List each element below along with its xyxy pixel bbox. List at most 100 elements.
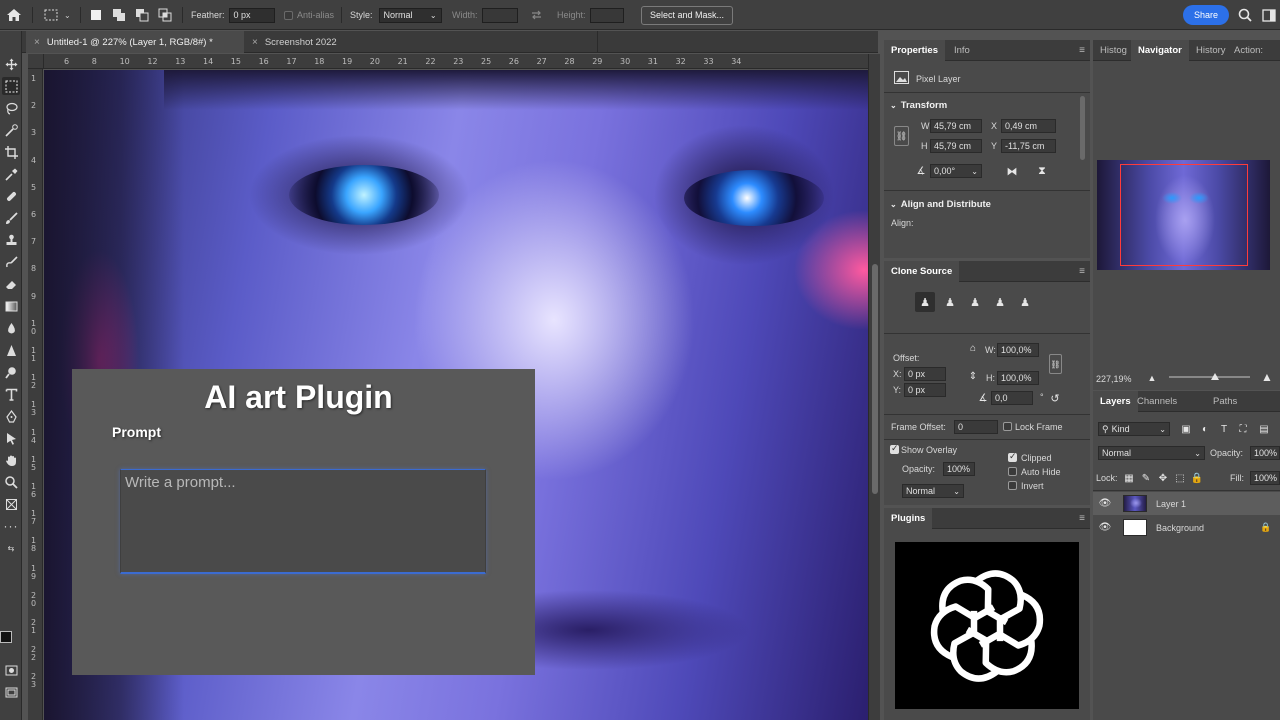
clone-source-3-icon[interactable]: ♟ bbox=[968, 295, 982, 309]
filter-shape-icon[interactable]: ⛶ bbox=[1236, 422, 1250, 436]
clone-width-field[interactable]: 100,0% bbox=[997, 343, 1039, 357]
lasso-tool[interactable] bbox=[2, 99, 20, 117]
clone-angle-field[interactable]: 0,0 bbox=[991, 391, 1033, 405]
sharpen-tool[interactable] bbox=[2, 341, 20, 359]
overlay-opacity-field[interactable]: 100% bbox=[943, 462, 975, 476]
clone-source-4-icon[interactable]: ♟ bbox=[993, 295, 1007, 309]
more-tools-button[interactable]: ··· bbox=[2, 517, 20, 535]
crop-tool[interactable] bbox=[2, 143, 20, 161]
eyedropper-tool[interactable] bbox=[2, 165, 20, 183]
layer-blend-mode-select[interactable]: Normal ⌄ bbox=[1098, 446, 1205, 460]
workspace-button[interactable] bbox=[1262, 0, 1276, 30]
frame-offset-field[interactable]: 0 bbox=[954, 420, 998, 434]
clipped-checkbox[interactable] bbox=[1008, 451, 1017, 462]
eraser-tool[interactable] bbox=[2, 275, 20, 293]
select-and-mask-button[interactable]: Select and Mask... bbox=[641, 5, 734, 25]
dodge-tool[interactable] bbox=[2, 363, 20, 381]
offset-x-field[interactable]: 0 px bbox=[904, 367, 946, 381]
lock-frame-checkbox[interactable] bbox=[1003, 422, 1012, 431]
tab-properties[interactable]: Properties bbox=[884, 40, 945, 61]
clone-source-1-icon[interactable]: ♟ bbox=[918, 295, 932, 309]
feather-input[interactable]: 0 px bbox=[228, 7, 275, 23]
tab-plugins[interactable]: Plugins bbox=[884, 508, 933, 529]
layer-filter-select[interactable]: ⚲ Kind ⌄ bbox=[1098, 422, 1170, 436]
pen-tool[interactable] bbox=[2, 407, 20, 425]
tab-screenshot-2022[interactable]: × Screenshot 2022 bbox=[244, 31, 598, 53]
panel-menu-icon[interactable]: ≡ bbox=[1079, 513, 1085, 524]
offset-y-field[interactable]: 0 px bbox=[904, 383, 946, 397]
flip-vertical-icon[interactable]: ⧗ bbox=[1035, 164, 1049, 178]
prompt-input[interactable] bbox=[120, 469, 486, 574]
tab-histogram[interactable]: Histog bbox=[1093, 40, 1134, 61]
auto-hide-checkbox[interactable] bbox=[1008, 467, 1017, 476]
y-position-field[interactable]: -11,75 cm bbox=[1001, 139, 1056, 153]
filter-adjustment-icon[interactable]: ◐ bbox=[1198, 422, 1212, 436]
rotation-field[interactable]: 0,00° ⌄ bbox=[930, 164, 982, 178]
navigator-view-rectangle[interactable] bbox=[1120, 164, 1248, 266]
swap-dimensions-button[interactable] bbox=[530, 0, 543, 30]
eye-icon[interactable]: 👁 bbox=[1098, 520, 1112, 534]
hand-tool[interactable] bbox=[2, 451, 20, 469]
width-field[interactable]: 45,79 cm bbox=[930, 119, 982, 133]
panel-menu-icon[interactable]: ≡ bbox=[1079, 266, 1085, 277]
layer-fill-field[interactable]: 100% bbox=[1250, 471, 1280, 485]
new-selection-button[interactable] bbox=[90, 0, 102, 30]
blur-tool[interactable] bbox=[2, 319, 20, 337]
marquee-tool[interactable] bbox=[2, 77, 20, 95]
invert-checkbox[interactable] bbox=[1008, 481, 1017, 490]
lock-transparent-icon[interactable]: ▦ bbox=[1122, 471, 1136, 485]
overlay-blend-select[interactable]: Normal ⌄ bbox=[902, 484, 964, 498]
type-tool[interactable] bbox=[2, 385, 20, 403]
screen-mode-button[interactable] bbox=[2, 683, 20, 701]
link-dimensions-button[interactable]: ⛓ bbox=[894, 126, 909, 146]
openai-logo-tile[interactable] bbox=[895, 542, 1079, 709]
tab-channels[interactable]: Channels bbox=[1130, 391, 1184, 412]
tab-paths[interactable]: Paths bbox=[1206, 391, 1244, 412]
height-input[interactable] bbox=[589, 7, 624, 23]
close-icon[interactable]: × bbox=[252, 37, 258, 48]
quick-select-tool[interactable] bbox=[2, 121, 20, 139]
add-selection-button[interactable] bbox=[112, 0, 126, 30]
tab-untitled-1[interactable]: × Untitled-1 @ 227% (Layer 1, RGB/8#) * bbox=[26, 31, 244, 53]
quick-mask-button[interactable] bbox=[2, 661, 20, 679]
layer-opacity-field[interactable]: 100% bbox=[1250, 446, 1280, 460]
layer-row-background[interactable]: 👁 Background 🔒 bbox=[1093, 516, 1280, 539]
height-field[interactable]: 45,79 cm bbox=[930, 139, 982, 153]
show-overlay-checkbox[interactable] bbox=[890, 443, 899, 454]
clone-source-5-icon[interactable]: ♟ bbox=[1018, 295, 1032, 309]
brush-tool[interactable] bbox=[2, 209, 20, 227]
foreground-color-swatch[interactable] bbox=[0, 631, 12, 643]
close-icon[interactable]: × bbox=[34, 37, 40, 48]
style-select[interactable]: Normal ⌄ bbox=[378, 7, 442, 23]
tab-actions[interactable]: Action: bbox=[1227, 40, 1270, 61]
intersect-selection-button[interactable] bbox=[158, 0, 172, 30]
x-position-field[interactable]: 0,49 cm bbox=[1001, 119, 1056, 133]
move-tool[interactable] bbox=[2, 55, 20, 73]
history-brush-tool[interactable] bbox=[2, 253, 20, 271]
properties-scrollbar[interactable] bbox=[1080, 96, 1085, 160]
lock-position-icon[interactable]: ✥ bbox=[1156, 471, 1170, 485]
layer-row-layer-1[interactable]: 👁 Layer 1 bbox=[1093, 492, 1280, 515]
align-section-header[interactable]: ⌄ Align and Distribute bbox=[890, 199, 991, 210]
navigator-zoom-value[interactable]: 227,19% bbox=[1096, 374, 1132, 384]
lock-all-icon[interactable]: 🔒 bbox=[1190, 471, 1204, 485]
transform-section-header[interactable]: ⌄ Transform bbox=[890, 100, 947, 111]
frame-tool[interactable] bbox=[2, 495, 20, 513]
zoom-tool[interactable] bbox=[2, 473, 20, 491]
swap-colors-button[interactable]: ⇆ bbox=[2, 539, 20, 557]
subtract-selection-button[interactable] bbox=[135, 0, 149, 30]
width-input[interactable] bbox=[481, 7, 518, 23]
zoom-slider-handle[interactable] bbox=[1211, 373, 1219, 380]
share-button[interactable]: Share bbox=[1183, 5, 1230, 25]
marquee-preset-button[interactable]: ⌄ bbox=[44, 0, 71, 30]
zoom-slider-track[interactable] bbox=[1169, 376, 1250, 378]
reset-transform-icon[interactable]: ↺ bbox=[1048, 391, 1062, 405]
antialias-checkbox[interactable] bbox=[284, 10, 293, 20]
clone-stamp-tool[interactable] bbox=[2, 231, 20, 249]
clone-link-button[interactable]: ⛓ bbox=[1049, 354, 1062, 374]
panel-menu-icon[interactable]: ≡ bbox=[1079, 45, 1085, 56]
flip-horizontal-icon[interactable]: ⧓ bbox=[1005, 164, 1019, 178]
home-button[interactable] bbox=[6, 0, 22, 30]
scrollbar-thumb[interactable] bbox=[872, 264, 878, 494]
clone-height-field[interactable]: 100,0% bbox=[997, 371, 1039, 385]
